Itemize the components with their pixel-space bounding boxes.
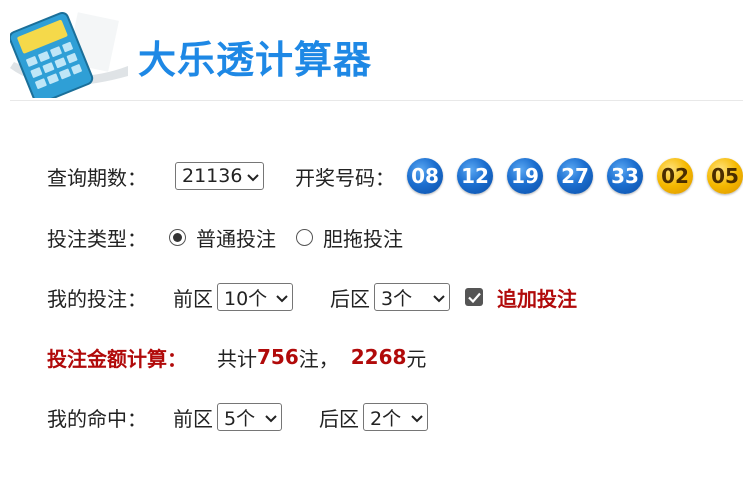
draw-numbers: 08 12 19 27 33 02 05 <box>407 158 743 194</box>
hit-front-value: 5个 <box>224 407 256 430</box>
period-select-value: 21136 <box>182 165 243 187</box>
back-ball: 05 <box>707 158 743 194</box>
hit-back-label: 后区 <box>319 406 359 431</box>
hit-label: 我的命中： <box>47 406 147 431</box>
hit-front-select[interactable]: 5个 <box>217 403 282 431</box>
my-bet-row: 我的投注： 前区 10个 后区 3个 追加投注 <box>47 279 577 315</box>
period-label: 查询期数： <box>47 165 147 190</box>
calculator-icon <box>8 6 128 105</box>
back-count-value: 3个 <box>381 287 413 310</box>
front-ball: 33 <box>607 158 643 194</box>
hit-row: 我的命中： 前区 5个 后区 2个 <box>47 399 428 435</box>
front-ball: 08 <box>407 158 443 194</box>
back-count-select[interactable]: 3个 <box>374 283 450 311</box>
total-unit: 元 <box>406 346 427 371</box>
bet-count: 756 <box>257 345 299 369</box>
period-select[interactable]: 21136 <box>175 162 264 190</box>
addon-label[interactable]: 追加投注 <box>497 283 577 312</box>
query-row: 查询期数： 21136 开奖号码： 08 12 19 27 33 02 05 <box>47 158 743 194</box>
chevron-down-icon <box>433 286 445 308</box>
amount-row: 投注金额计算： 共计 756 注， 2268 元 <box>47 339 426 375</box>
front-count-select[interactable]: 10个 <box>217 283 293 311</box>
header: 大乐透计算器 <box>0 0 743 105</box>
bet-type-label: 投注类型： <box>47 226 147 251</box>
page: 大乐透计算器 查询期数： 21136 开奖号码： 08 12 19 27 33 … <box>0 0 743 482</box>
front-count-value: 10个 <box>224 287 268 310</box>
radio-button[interactable] <box>169 228 186 246</box>
front-ball: 27 <box>557 158 593 194</box>
total-amount: 2268 <box>350 345 407 369</box>
radio-dantuo-label: 胆拖投注 <box>323 226 403 251</box>
back-zone-label: 后区 <box>330 286 370 311</box>
radio-dantuo-bet[interactable]: 胆拖投注 <box>296 223 403 252</box>
hit-back-select[interactable]: 2个 <box>363 403 428 431</box>
radio-button[interactable] <box>296 228 313 246</box>
my-bet-label: 我的投注： <box>47 286 147 311</box>
check-icon <box>467 292 481 303</box>
front-ball: 19 <box>507 158 543 194</box>
amount-prefix: 共计 <box>217 346 257 371</box>
bet-count-unit: 注， <box>298 346 339 371</box>
radio-normal-label: 普通投注 <box>196 226 276 251</box>
app-title: 大乐透计算器 <box>138 38 373 82</box>
bet-type-row: 投注类型： 普通投注 胆拖投注 <box>47 219 403 255</box>
front-ball: 12 <box>457 158 493 194</box>
chevron-down-icon <box>276 286 288 308</box>
chevron-down-icon <box>411 406 423 428</box>
addon-checkbox[interactable] <box>465 288 483 306</box>
chevron-down-icon <box>247 165 259 187</box>
chevron-down-icon <box>265 406 277 428</box>
hit-front-label: 前区 <box>173 406 213 431</box>
draw-label: 开奖号码： <box>295 165 395 190</box>
radio-normal-bet[interactable]: 普通投注 <box>169 223 276 252</box>
back-ball: 02 <box>657 158 693 194</box>
header-divider <box>10 100 743 101</box>
hit-back-value: 2个 <box>370 407 402 430</box>
amount-label: 投注金额计算： <box>47 346 187 371</box>
front-zone-label: 前区 <box>173 286 213 311</box>
